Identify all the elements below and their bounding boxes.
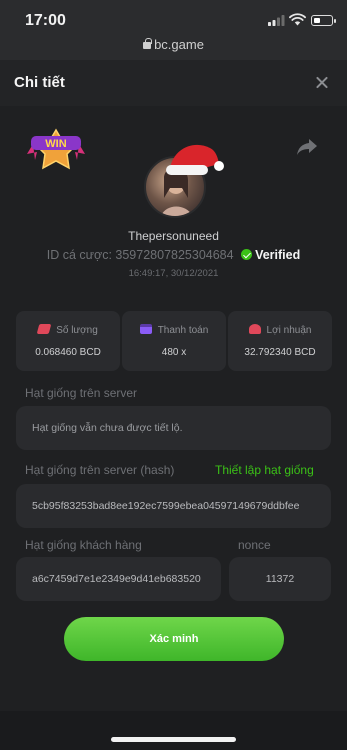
nonce-label: nonce	[238, 538, 271, 552]
bet-id-row: ID cá cược: 35972807825304684 Verified	[0, 248, 347, 262]
coins-icon	[36, 324, 52, 334]
url-text: bc.game	[154, 37, 204, 52]
clock: 17:00	[25, 12, 66, 29]
server-hash-label: Hạt giống trên server (hash)	[25, 463, 175, 477]
avatar-wrapper	[142, 138, 226, 218]
stat-value: 0.068460 BCD	[35, 347, 101, 358]
verified-label: Verified	[255, 248, 301, 262]
wifi-icon	[289, 13, 306, 26]
bet-id: 35972807825304684	[115, 248, 234, 262]
stat-label: Lợi nhuận	[266, 325, 312, 336]
username: Thepersonuneed	[128, 229, 219, 243]
server-hash-field[interactable]: 5cb95f83253bad8ee192ec7599ebea0459714967…	[16, 484, 331, 528]
verified-check-icon	[241, 249, 253, 260]
win-badge-icon: WIN	[27, 128, 85, 170]
santa-hat-icon	[166, 144, 224, 175]
card-icon	[139, 324, 152, 334]
modal-header: Chi tiết	[0, 60, 347, 106]
client-seed-field[interactable]: a6c7459d7e1e2349e9d41eb683520	[16, 557, 221, 601]
bet-timestamp: 16:49:17, 30/12/2021	[128, 268, 219, 279]
stat-label: Số lượng	[56, 325, 98, 336]
server-seed-label: Hạt giống trên server	[25, 386, 138, 400]
win-badge-text: WIN	[45, 138, 66, 150]
status-bar: 17:00 bc.game	[0, 0, 347, 60]
share-icon[interactable]	[296, 137, 318, 157]
home-indicator[interactable]	[111, 737, 236, 742]
bet-id-label: ID cá cược:	[46, 248, 112, 262]
close-icon[interactable]	[313, 74, 331, 92]
address-bar[interactable]: bc.game	[0, 37, 347, 52]
client-seed-label: Hạt giống khách hàng	[25, 538, 142, 552]
stat-profit: Lợi nhuận 32.792340 BCD	[228, 311, 332, 371]
stat-amount: Số lượng 0.068460 BCD	[16, 311, 120, 371]
signal-icon	[268, 15, 285, 26]
server-seed-field[interactable]: Hạt giống vẫn chưa được tiết lộ.	[16, 406, 331, 450]
battery-icon	[311, 15, 336, 26]
stat-value: 32.792340 BCD	[244, 347, 316, 358]
verify-button[interactable]: Xác minh	[64, 617, 284, 661]
stat-payout: Thanh toán 480 x	[122, 311, 226, 371]
stat-value: 480 x	[161, 347, 187, 358]
profit-icon	[248, 324, 261, 334]
stat-label: Thanh toán	[157, 325, 209, 336]
set-seed-link[interactable]: Thiết lập hạt giống	[215, 463, 314, 477]
page-title: Chi tiết	[14, 74, 65, 91]
lock-icon	[143, 38, 152, 49]
nonce-field[interactable]: 11372	[229, 557, 331, 601]
